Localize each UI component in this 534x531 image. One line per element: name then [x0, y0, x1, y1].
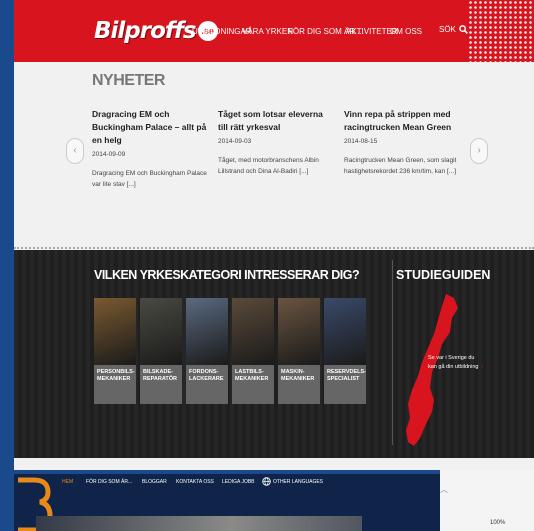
bottom-nav-bloggar[interactable]: BLOGGAR [142, 479, 167, 485]
next-arrow-icon[interactable]: › [470, 138, 488, 164]
bottom-nav-hem[interactable]: HEM [62, 479, 73, 485]
category-photo [140, 298, 182, 365]
prev-arrow-icon[interactable]: ‹ [66, 138, 84, 164]
news-item-title[interactable]: Dragracing EM och Buckingham Palace – al… [92, 108, 207, 147]
bottom-nav-lediga-jobb[interactable]: LEDIGA JOBB [222, 479, 255, 485]
category-tile-lastbilsmekaniker[interactable]: LASTBILS-MEKANIKER [232, 298, 274, 404]
category-photo [232, 298, 274, 365]
category-tile-bilskadereparator[interactable]: BILSKADE-REPARATÖR [140, 298, 182, 404]
news-item[interactable]: Dragracing EM och Buckingham Palace – al… [92, 108, 207, 190]
news-item-date: 2014-09-03 [218, 138, 252, 145]
news-item-title[interactable]: Vinn repa på strippen med racingtrucken … [344, 108, 459, 134]
site-header: Bilproffs .se UTBILDNINGAR VÅRA YRKEN FÖ… [14, 0, 534, 62]
category-label: PERSONBILS-MEKANIKER [94, 365, 136, 404]
news-item[interactable]: Tåget som lotsar eleverna till rätt yrke… [218, 108, 333, 177]
section-divider [14, 247, 534, 249]
studieguiden-text[interactable]: Se var i Sverige du kan gå din utbildnin… [428, 354, 483, 372]
news-item[interactable]: Vinn repa på strippen med racingtrucken … [344, 108, 459, 177]
studieguiden-text-label: Se var i Sverige du kan gå din utbildnin… [428, 355, 479, 370]
category-tile-personbilsmekaniker[interactable]: PERSONBILS-MEKANIKER [94, 298, 136, 404]
news-item-excerpt: Dragracing EM och Buckingham Palace var … [92, 170, 207, 188]
category-label: RESERVDELS-SPECIALIST [324, 365, 366, 404]
news-item-title[interactable]: Tåget som lotsar eleverna till rätt yrke… [218, 108, 333, 134]
category-label: BILSKADE-REPARATÖR [140, 365, 182, 404]
arrow-right-icon: › [480, 364, 484, 370]
category-heading: VILKEN YRKESKATEGORI INTRESSERAR DIG? [94, 268, 360, 282]
hero-image [36, 516, 362, 531]
category-tile-fordonslackerare[interactable]: FORDONS-LACKERARE [186, 298, 228, 404]
news-item-date: 2014-09-09 [92, 151, 126, 158]
category-photo [278, 298, 320, 365]
news-item-excerpt: Tåget, med motorbranschens Albin Lillstr… [218, 157, 319, 175]
decorative-dot-pattern [468, 0, 534, 62]
scroll-up-icon[interactable]: ︿ [440, 484, 448, 495]
category-photo [94, 298, 136, 365]
nav-item-vara-yrken[interactable]: VÅRA YRKEN [242, 27, 293, 36]
section-separator [392, 260, 393, 445]
news-item-excerpt: Racingtrucken Mean Green, som slagit has… [344, 157, 457, 175]
search-label: SÖK [439, 25, 456, 34]
logo-text: Bilproffs [94, 18, 197, 44]
studieguiden-heading: STUDIEGUIDEN [396, 268, 491, 282]
category-photo [186, 298, 228, 365]
news-heading: NYHETER [92, 72, 165, 89]
bottom-nav-other-languages[interactable]: OTHER LANGUAGES [273, 479, 323, 485]
nav-item-om-oss[interactable]: OM OSS [390, 27, 422, 36]
category-label: FORDONS-LACKERARE [186, 365, 228, 404]
bottom-nav-for-dig[interactable]: FÖR DIG SOM ÄR... [86, 479, 132, 485]
category-photo [324, 298, 366, 365]
browser-side-panel [440, 470, 534, 531]
search-button[interactable]: SÖK [439, 25, 468, 34]
news-item-date: 2014-08-15 [344, 138, 378, 145]
search-icon [459, 25, 468, 34]
category-label: LASTBILS-MEKANIKER [232, 365, 274, 404]
globe-icon [262, 477, 271, 486]
category-label: MASKIN-MEKANIKER [278, 365, 320, 404]
zoom-level[interactable]: 100% [490, 520, 505, 526]
browser-page: Bilproffs .se UTBILDNINGAR VÅRA YRKEN FÖ… [14, 0, 534, 470]
category-tile-maskinmekaniker[interactable]: MASKIN-MEKANIKER [278, 298, 320, 404]
bottom-nav-kontakta[interactable]: KONTAKTA OSS [176, 479, 214, 485]
category-tile-reservdelsspecialist[interactable]: RESERVDELS-SPECIALIST [324, 298, 366, 404]
